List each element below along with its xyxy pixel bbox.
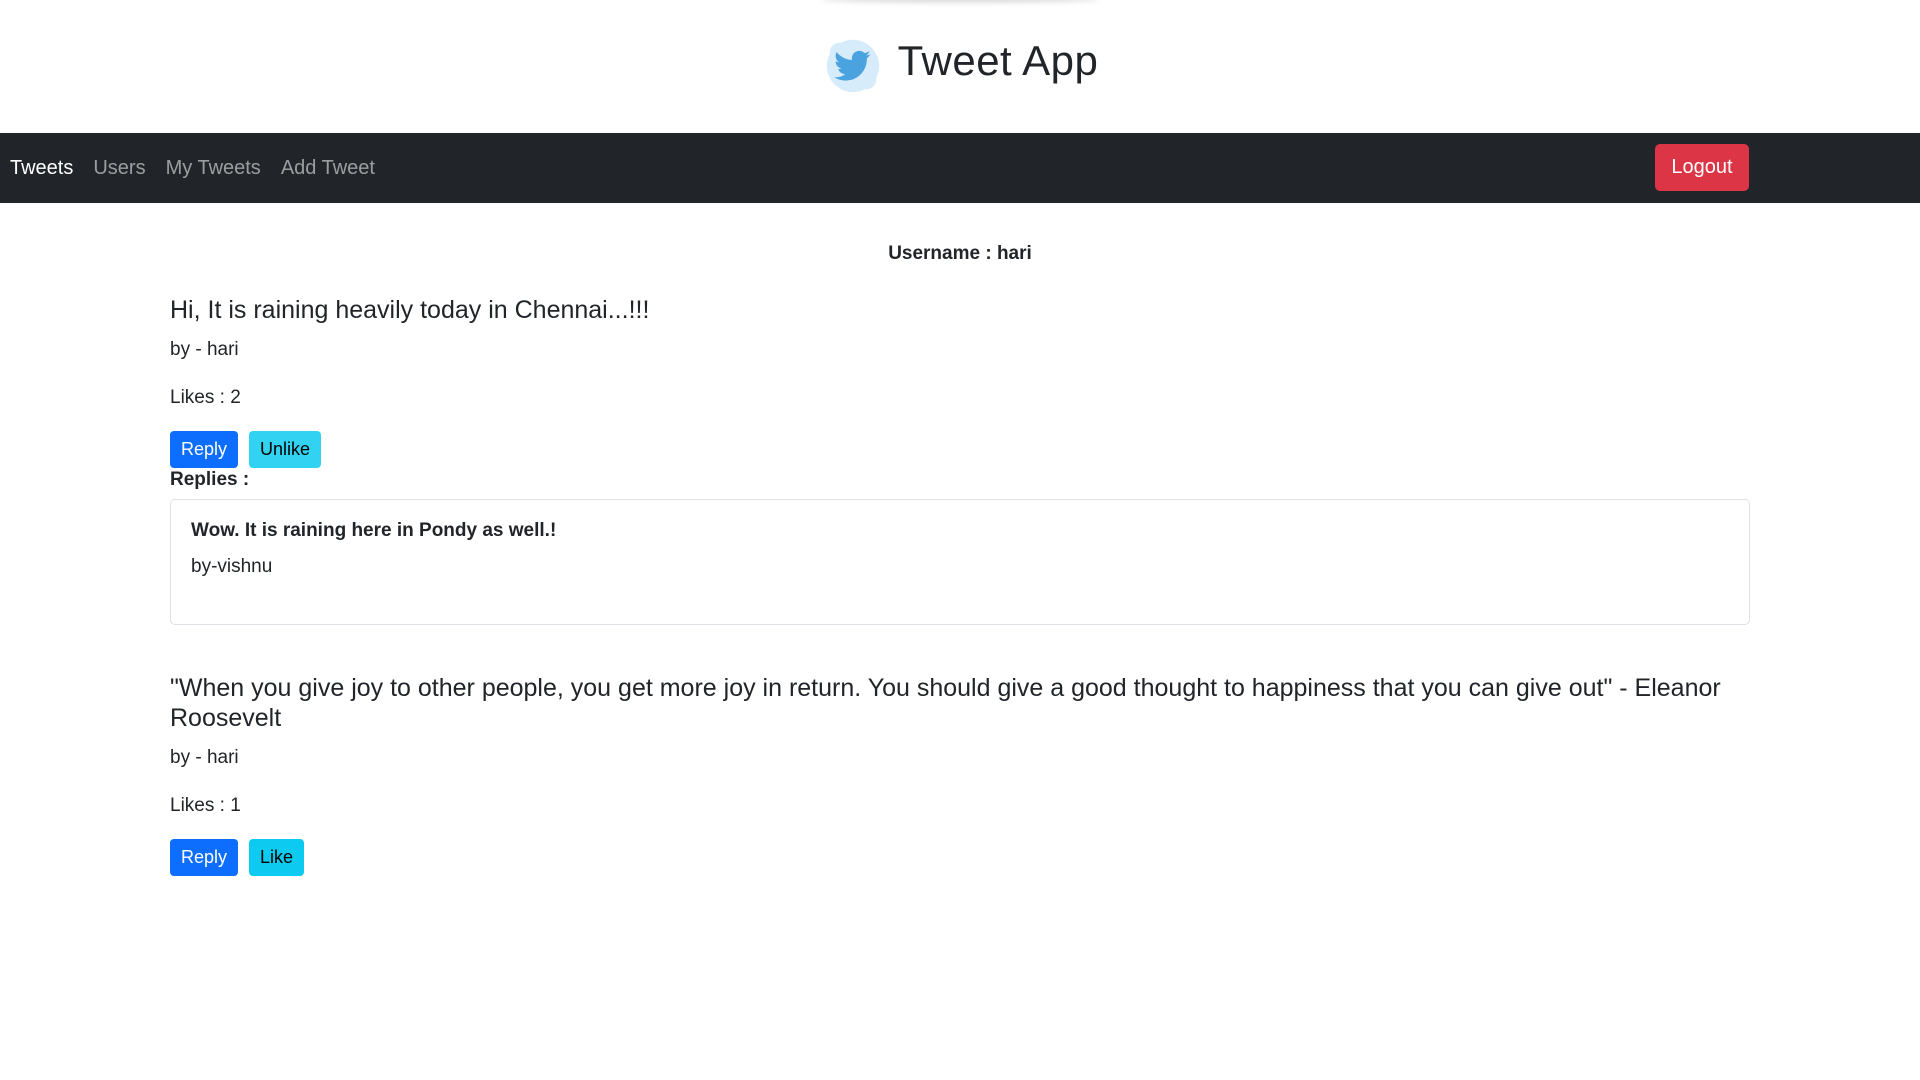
reply-author: by-vishnu [191,556,273,577]
unlike-button[interactable]: Unlike [249,431,322,468]
tweet-text: Hi, It is raining heavily today in Chenn… [170,296,650,324]
nav-tweets[interactable]: Tweets [10,157,73,180]
twitter-bird-icon [826,39,879,92]
username-label: Username : hari [888,243,1032,264]
tweet-text: "When you give joy to other people, you … [170,674,1721,732]
reply-button[interactable]: Reply [170,431,239,468]
tweet-actions: Reply Like [170,839,1750,876]
logout-button[interactable]: Logout [1655,144,1749,191]
reply-text: Wow. It is raining here in Pondy as well… [191,520,557,541]
replies-label: Replies : [170,469,250,490]
tweet-card: "When you give joy to other people, you … [170,673,1750,876]
tweet-card: Hi, It is raining heavily today in Chenn… [170,295,1750,625]
tweet-likes: Likes : 2 [170,387,241,408]
nav-my-tweets[interactable]: My Tweets [166,157,261,180]
app-header: Tweet App [0,0,1920,133]
nav-users[interactable]: Users [93,157,145,180]
tweet-likes: Likes : 1 [170,795,241,816]
tweet-author: by - hari [170,747,239,768]
app-title: Tweet App [897,36,1099,84]
tweet-actions: Reply Unlike [170,431,1750,468]
tweet-author: by - hari [170,339,239,360]
nav-add-tweet[interactable]: Add Tweet [281,157,375,180]
reply-card: Wow. It is raining here in Pondy as well… [170,499,1750,625]
reply-button[interactable]: Reply [170,839,239,876]
navbar: Tweets Users My Tweets Add Tweet Logout [0,133,1920,203]
like-button[interactable]: Like [249,839,305,876]
